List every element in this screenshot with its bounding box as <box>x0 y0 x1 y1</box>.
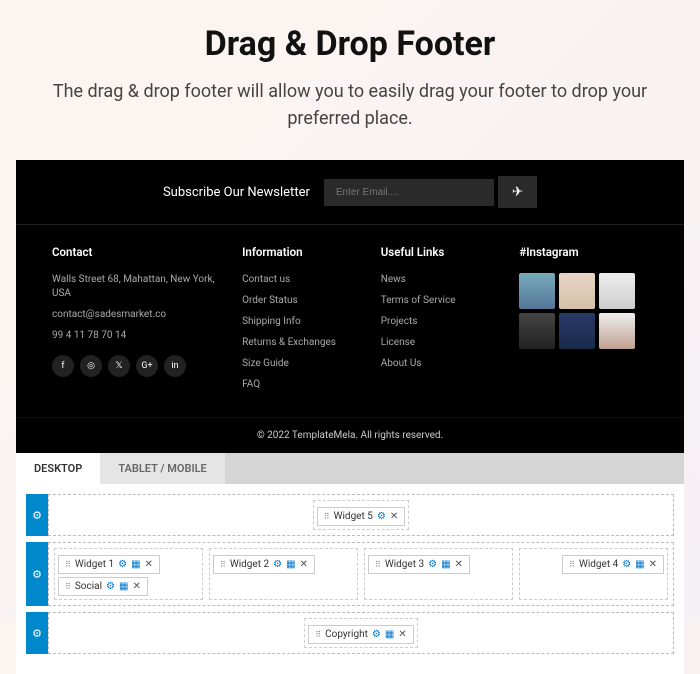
copyright-text: © 2022 TemplateMela. All rights reserved… <box>16 417 684 453</box>
info-link[interactable]: Size Guide <box>242 357 371 371</box>
close-icon[interactable]: ✕ <box>132 581 140 592</box>
row-settings-button[interactable]: ⚙ <box>26 494 48 536</box>
widget-block-social[interactable]: ⠿ Social ⚙ ▦ ✕ <box>58 577 148 596</box>
googleplus-icon[interactable]: G+ <box>136 355 158 377</box>
info-link[interactable]: Contact us <box>242 273 371 287</box>
info-link[interactable]: Returns & Exchanges <box>242 336 371 350</box>
drag-icon: ⠿ <box>65 582 71 591</box>
widget-block-5[interactable]: ⠿ Widget 5 ⚙ ✕ <box>317 507 405 526</box>
info-link[interactable]: Shipping Info <box>242 315 371 329</box>
close-icon[interactable]: ✕ <box>398 629 406 640</box>
newsletter-bar: Subscribe Our Newsletter ✈ <box>16 160 684 225</box>
contact-email: contact@sadesmarket.co <box>52 308 232 322</box>
widget-block-4[interactable]: ⠿ Widget 4 ⚙ ▦ ✕ <box>562 555 664 574</box>
useful-link[interactable]: About Us <box>381 357 510 371</box>
footer-builder: DESKTOP TABLET / MOBILE ⚙ ⠿ Widget 5 ⚙ ✕ <box>16 453 684 674</box>
drag-icon: ⠿ <box>569 560 575 569</box>
footer-col-contact: Contact Walls Street 68, Mahattan, New Y… <box>52 245 232 399</box>
close-icon[interactable]: ✕ <box>390 511 398 522</box>
builder-row: ⚙ ⠿ Widget 5 ⚙ ✕ <box>26 494 674 536</box>
widget-label: Widget 4 <box>579 559 618 570</box>
device-tabbar: DESKTOP TABLET / MOBILE <box>16 453 684 484</box>
useful-link[interactable]: Terms of Service <box>381 294 510 308</box>
row-settings-button[interactable]: ⚙ <box>26 542 48 606</box>
gear-icon[interactable]: ⚙ <box>106 581 115 592</box>
layout-icon[interactable]: ▦ <box>635 559 644 570</box>
twitter-icon[interactable]: 𝕏 <box>108 355 130 377</box>
gear-icon[interactable]: ⚙ <box>372 629 381 640</box>
page-title: Drag & Drop Footer <box>16 24 684 64</box>
instagram-grid <box>519 273 648 349</box>
row-settings-button[interactable]: ⚙ <box>26 612 48 654</box>
instagram-thumb[interactable] <box>519 313 555 349</box>
drag-icon: ⠿ <box>65 560 71 569</box>
gear-icon[interactable]: ⚙ <box>118 559 127 570</box>
widget-label: Widget 1 <box>75 559 114 570</box>
tab-tablet-mobile[interactable]: TABLET / MOBILE <box>100 453 224 484</box>
drag-icon: ⠿ <box>315 630 321 639</box>
facebook-icon[interactable]: f <box>52 355 74 377</box>
tab-desktop[interactable]: DESKTOP <box>16 453 100 484</box>
close-icon[interactable]: ✕ <box>455 559 463 570</box>
layout-icon[interactable]: ▦ <box>119 581 128 592</box>
layout-icon[interactable]: ▦ <box>441 559 450 570</box>
gear-icon[interactable]: ⚙ <box>428 559 437 570</box>
widget-label: Social <box>75 581 102 592</box>
info-link[interactable]: Order Status <box>242 294 371 308</box>
gear-icon: ⚙ <box>32 509 42 522</box>
footer-preview: Subscribe Our Newsletter ✈ Contact Walls… <box>16 160 684 453</box>
drag-icon: ⠿ <box>324 512 330 521</box>
widget-label: Widget 5 <box>334 511 373 522</box>
close-icon[interactable]: ✕ <box>300 559 308 570</box>
useful-link[interactable]: License <box>381 336 510 350</box>
information-heading: Information <box>242 245 371 259</box>
useful-link[interactable]: Projects <box>381 315 510 329</box>
widget-label: Widget 3 <box>385 559 424 570</box>
useful-link[interactable]: News <box>381 273 510 287</box>
newsletter-submit-button[interactable]: ✈ <box>498 176 537 208</box>
newsletter-email-input[interactable] <box>324 179 494 206</box>
builder-row: ⚙ ⠿ Copyright ⚙ ▦ ✕ <box>26 612 674 654</box>
gear-icon[interactable]: ⚙ <box>622 559 631 570</box>
close-icon[interactable]: ✕ <box>649 559 657 570</box>
instagram-thumb[interactable] <box>559 313 595 349</box>
layout-icon[interactable]: ▦ <box>131 559 140 570</box>
instagram-thumb[interactable] <box>519 273 555 309</box>
contact-address: Walls Street 68, Mahattan, New York, USA <box>52 273 232 301</box>
drag-icon: ⠿ <box>375 560 381 569</box>
widget-block-copyright[interactable]: ⠿ Copyright ⚙ ▦ ✕ <box>308 625 413 644</box>
instagram-icon[interactable]: ◎ <box>80 355 102 377</box>
layout-icon[interactable]: ▦ <box>385 629 394 640</box>
gear-icon[interactable]: ⚙ <box>377 511 386 522</box>
gear-icon: ⚙ <box>32 627 42 640</box>
layout-icon[interactable]: ▦ <box>286 559 295 570</box>
gear-icon[interactable]: ⚙ <box>273 559 282 570</box>
widget-label: Widget 2 <box>230 559 269 570</box>
footer-col-useful: Useful Links News Terms of Service Proje… <box>381 245 510 399</box>
linkedin-icon[interactable]: in <box>164 355 186 377</box>
footer-col-instagram: #Instagram <box>519 245 648 399</box>
builder-row: ⚙ ⠿ Widget 1 ⚙ ▦ ✕ ⠿ Social ⚙ <box>26 542 674 606</box>
instagram-thumb[interactable] <box>599 313 635 349</box>
instagram-heading: #Instagram <box>519 245 648 259</box>
widget-block-2[interactable]: ⠿ Widget 2 ⚙ ▦ ✕ <box>213 555 315 574</box>
contact-heading: Contact <box>52 245 232 259</box>
gear-icon: ⚙ <box>32 568 42 581</box>
newsletter-label: Subscribe Our Newsletter <box>163 185 310 200</box>
info-link[interactable]: FAQ <box>242 378 371 392</box>
close-icon[interactable]: ✕ <box>145 559 153 570</box>
instagram-thumb[interactable] <box>599 273 635 309</box>
contact-phone: 99 4 11 78 70 14 <box>52 329 232 343</box>
footer-col-information: Information Contact us Order Status Ship… <box>242 245 371 399</box>
widget-block-3[interactable]: ⠿ Widget 3 ⚙ ▦ ✕ <box>368 555 470 574</box>
instagram-thumb[interactable] <box>559 273 595 309</box>
drag-icon: ⠿ <box>220 560 226 569</box>
send-icon: ✈ <box>512 184 523 199</box>
useful-heading: Useful Links <box>381 245 510 259</box>
widget-label: Copyright <box>325 629 368 640</box>
page-subtitle: The drag & drop footer will allow you to… <box>16 78 684 132</box>
widget-block-1[interactable]: ⠿ Widget 1 ⚙ ▦ ✕ <box>58 555 160 574</box>
